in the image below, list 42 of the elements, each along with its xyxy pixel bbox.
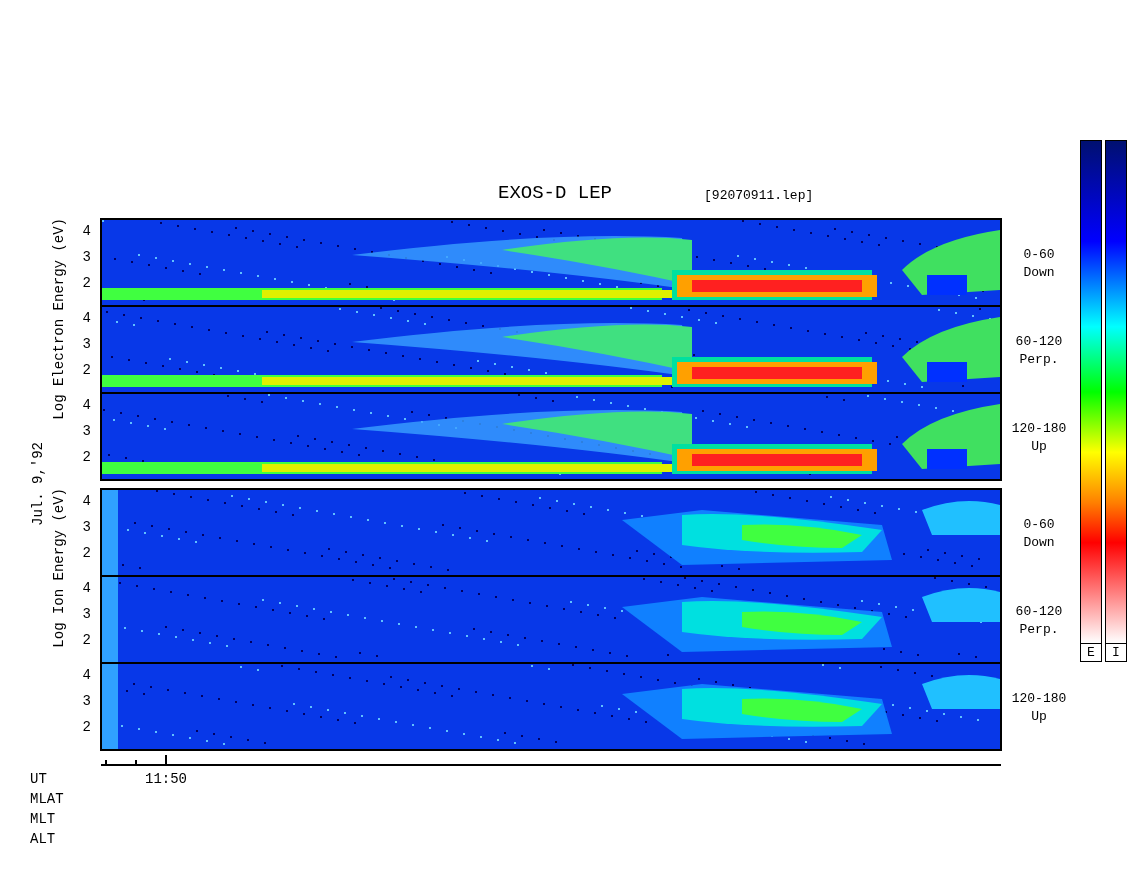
- tick-label: 4: [81, 579, 91, 598]
- scale-label: E: [1086, 644, 1096, 661]
- angle-range: 120-180: [1011, 689, 1067, 708]
- tick-label: 4: [81, 396, 91, 415]
- tick-label: 4: [81, 666, 91, 685]
- scale-label: I: [1111, 644, 1121, 661]
- tick-label: 3: [81, 335, 91, 354]
- chart-title: EXOS-D LEP: [498, 182, 613, 204]
- tick-label: 4: [81, 309, 91, 328]
- angle-range: 120-180: [1011, 419, 1067, 438]
- tick-label: 2: [81, 274, 91, 293]
- row-label: UT: [30, 770, 48, 789]
- tick-label: 3: [81, 248, 91, 267]
- axis-label: Log Electron Energy (eV): [51, 218, 67, 420]
- tick-label: 3: [81, 518, 91, 537]
- tick-label: 3: [81, 692, 91, 711]
- tick-label: 2: [81, 544, 91, 563]
- tick-label: 2: [81, 361, 91, 380]
- tick-label: 2: [81, 718, 91, 737]
- axis-label: Log Ion Energy (eV): [51, 488, 67, 648]
- tick-label: 2: [81, 631, 91, 650]
- tick-label: 3: [81, 422, 91, 441]
- row-label: ALT: [30, 830, 57, 849]
- direction-label: Up: [1031, 707, 1047, 726]
- direction-label: Perp.: [1019, 350, 1059, 369]
- angle-range: 0-60: [1023, 515, 1055, 534]
- direction-label: Down: [1023, 263, 1055, 282]
- tick-label: 2: [81, 448, 91, 467]
- time-tick-label: 11:50: [145, 770, 188, 789]
- direction-label: Perp.: [1019, 620, 1059, 639]
- angle-range: 60-120: [1015, 602, 1063, 621]
- tick-label: 4: [81, 222, 91, 241]
- date-label: Jul. 9,'92: [29, 442, 46, 527]
- row-label: MLT: [30, 810, 57, 829]
- file-name: [92070911.lep]: [704, 188, 814, 204]
- direction-label: Up: [1031, 437, 1047, 456]
- tick-label: 3: [81, 605, 91, 624]
- tick-label: 4: [81, 492, 91, 511]
- angle-range: 60-120: [1015, 332, 1063, 351]
- angle-range: 0-60: [1023, 245, 1055, 264]
- row-label: MLAT: [30, 790, 65, 809]
- direction-label: Down: [1023, 533, 1055, 552]
